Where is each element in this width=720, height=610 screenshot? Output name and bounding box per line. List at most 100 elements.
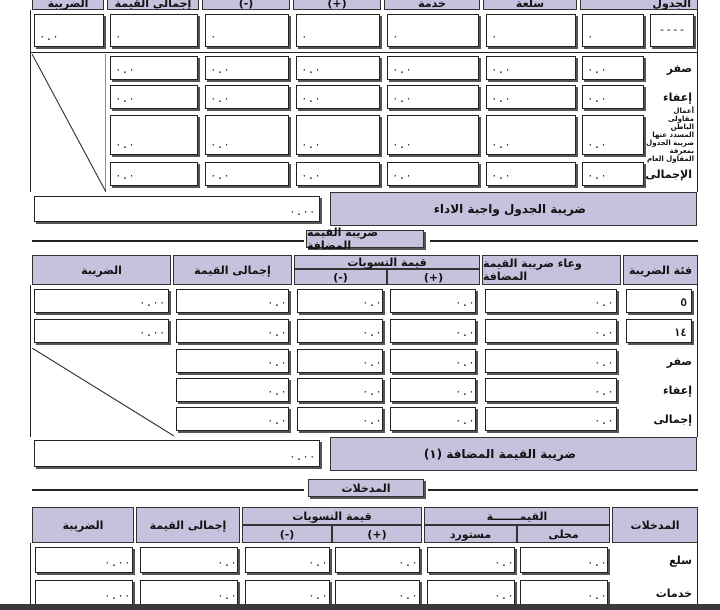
vat-header-tax: الضريبة: [32, 255, 171, 285]
inputs-header-inputs: المدخلات: [612, 507, 698, 543]
cell-text: ٠.٠: [587, 556, 607, 569]
vat-total-total[interactable]: ٠.٠: [176, 407, 289, 431]
cell-r1-table-code[interactable]: ----: [650, 14, 694, 47]
inputs-services-tax[interactable]: ٠.٠٠: [35, 580, 133, 606]
vat-r14-total[interactable]: ٠.٠: [176, 319, 289, 343]
vat-divider-left: [32, 240, 304, 242]
vat-exempt-total[interactable]: ٠.٠: [176, 378, 289, 402]
cell-exempt-total[interactable]: ٠.٠: [110, 85, 198, 109]
due-tax-value[interactable]: ٠.٠٠: [34, 196, 320, 222]
cell-zero-minus[interactable]: ٠.٠: [205, 56, 289, 80]
inputs-services-imported[interactable]: ٠.٠: [427, 580, 515, 606]
vat-r14-plus[interactable]: ٠.٠: [390, 319, 476, 343]
vat-total-minus[interactable]: ٠.٠: [297, 407, 383, 431]
inputs-header-value: القيمـــــــة: [424, 507, 610, 525]
vat-r5-plus[interactable]: ٠.٠: [390, 289, 476, 313]
frame-right: [697, 10, 698, 192]
vat-exempt-base[interactable]: ٠.٠: [485, 378, 617, 402]
inputs-goods-plus[interactable]: ٠.٠: [335, 547, 420, 573]
cell-total-minus[interactable]: ٠.٠: [205, 162, 289, 186]
cell-exempt-extra[interactable]: ٠.٠: [582, 85, 644, 109]
vat-zero-base[interactable]: ٠.٠: [485, 349, 617, 373]
inputs-header-local: محلى: [517, 525, 610, 543]
vat-r14-tax[interactable]: ٠.٠٠: [34, 319, 169, 343]
vat-r5-base[interactable]: ٠.٠: [485, 289, 617, 313]
label-zero: صفر: [666, 61, 692, 75]
cell-r1-service[interactable]: ٠: [387, 14, 479, 47]
frame-left: [30, 10, 31, 192]
cell-contr-goods[interactable]: ٠.٠: [486, 115, 576, 155]
inputs-services-plus[interactable]: ٠.٠: [335, 580, 420, 606]
cell-text: ٠.٠: [301, 169, 321, 182]
cell-text: ٠.٠: [587, 138, 607, 151]
frame-divider: [30, 52, 698, 53]
inputs-services-total[interactable]: ٠.٠: [140, 580, 238, 606]
inputs-goods-total[interactable]: ٠.٠: [140, 547, 238, 573]
cell-exempt-service[interactable]: ٠.٠: [387, 85, 479, 109]
vat-label-total: إجمالى: [653, 412, 692, 426]
cell-contr-total[interactable]: ٠.٠: [110, 115, 198, 155]
vat-r14-minus[interactable]: ٠.٠: [297, 319, 383, 343]
vat-r5-total[interactable]: ٠.٠: [176, 289, 289, 313]
inputs-section-title: المدخلات: [308, 479, 424, 497]
cell-contr-extra[interactable]: ٠.٠: [582, 115, 644, 155]
inputs-label-goods: سلع: [669, 553, 692, 567]
cell-r1-minus[interactable]: ٠: [205, 14, 289, 47]
vat-zero-plus[interactable]: ٠.٠: [390, 349, 476, 373]
vat-r14-base[interactable]: ٠.٠: [485, 319, 617, 343]
cell-text: ٠.٠: [594, 296, 614, 309]
cell-zero-goods[interactable]: ٠.٠: [486, 56, 576, 80]
vat-header-total: إجمالى القيمة: [173, 255, 292, 285]
inputs-services-local[interactable]: ٠.٠: [520, 580, 608, 606]
vat-exempt-minus[interactable]: ٠.٠: [297, 378, 383, 402]
cell-zero-extra[interactable]: ٠.٠: [582, 56, 644, 80]
cell-r1-tax[interactable]: ٠.٠: [34, 14, 104, 47]
cell-text: ٠.٠: [587, 169, 607, 182]
cell-zero-service[interactable]: ٠.٠: [387, 56, 479, 80]
cell-zero-total[interactable]: ٠.٠: [110, 56, 198, 80]
inputs-goods-tax[interactable]: ٠.٠٠: [35, 547, 133, 573]
inputs-goods-imported[interactable]: ٠.٠: [427, 547, 515, 573]
cell-exempt-minus[interactable]: ٠.٠: [205, 85, 289, 109]
cell-exempt-plus[interactable]: ٠.٠: [296, 85, 380, 109]
cell-r1-plus[interactable]: ٠: [296, 14, 380, 47]
cell-text: ٠.٠: [267, 326, 287, 339]
cell-total-total[interactable]: ٠.٠: [110, 162, 198, 186]
vat-r5-tax[interactable]: ٠.٠٠: [34, 289, 169, 313]
inputs-services-minus[interactable]: ٠.٠: [245, 580, 330, 606]
cell-total-goods[interactable]: ٠.٠: [486, 162, 576, 186]
inputs-goods-minus[interactable]: ٠.٠: [245, 547, 330, 573]
diagonal-slash: [32, 54, 106, 192]
vat-r5-rate[interactable]: ٥: [626, 289, 692, 313]
cell-contr-minus[interactable]: ٠.٠: [205, 115, 289, 155]
cell-text: ٠.٠: [308, 589, 328, 602]
cell-contr-plus[interactable]: ٠.٠: [296, 115, 380, 155]
cell-total-plus[interactable]: ٠.٠: [296, 162, 380, 186]
cell-exempt-goods[interactable]: ٠.٠: [486, 85, 576, 109]
vat-total-base[interactable]: ٠.٠: [485, 407, 617, 431]
cell-zero-plus[interactable]: ٠.٠: [296, 56, 380, 80]
vat-zero-total[interactable]: ٠.٠: [176, 349, 289, 373]
cell-r1-goods[interactable]: ٠: [486, 14, 576, 47]
cell-text: ٠.٠: [455, 326, 475, 339]
vat-zero-minus[interactable]: ٠.٠: [297, 349, 383, 373]
label-contractors: أعمال مقاولى الباطن المسدد عنها ضريبة ال…: [646, 107, 694, 163]
vat-header-rate: فئة الضريبة: [623, 255, 698, 285]
cell-text: ٠.٠: [491, 169, 511, 182]
cell-r1-extra[interactable]: ٠: [582, 14, 644, 47]
inputs-frame-left: [30, 543, 31, 610]
vat-r14-rate[interactable]: ١٤: [626, 319, 692, 343]
inputs-goods-local[interactable]: ٠.٠: [520, 547, 608, 573]
cell-contr-service[interactable]: ٠.٠: [387, 115, 479, 155]
cell-text: ٠.٠: [455, 414, 475, 427]
cell-text: ٠.٠: [455, 296, 475, 309]
vat-total-plus[interactable]: ٠.٠: [390, 407, 476, 431]
vat-exempt-plus[interactable]: ٠.٠: [390, 378, 476, 402]
vat-r5-minus[interactable]: ٠.٠: [297, 289, 383, 313]
cell-total-service[interactable]: ٠.٠: [387, 162, 479, 186]
vat-label-zero: صفر: [666, 354, 692, 368]
vat-total-value[interactable]: ٠.٠٠: [34, 440, 320, 467]
cell-total-extra[interactable]: ٠.٠: [582, 162, 644, 186]
cell-text: ٠.٠: [267, 414, 287, 427]
cell-r1-total[interactable]: ٠: [110, 14, 198, 47]
